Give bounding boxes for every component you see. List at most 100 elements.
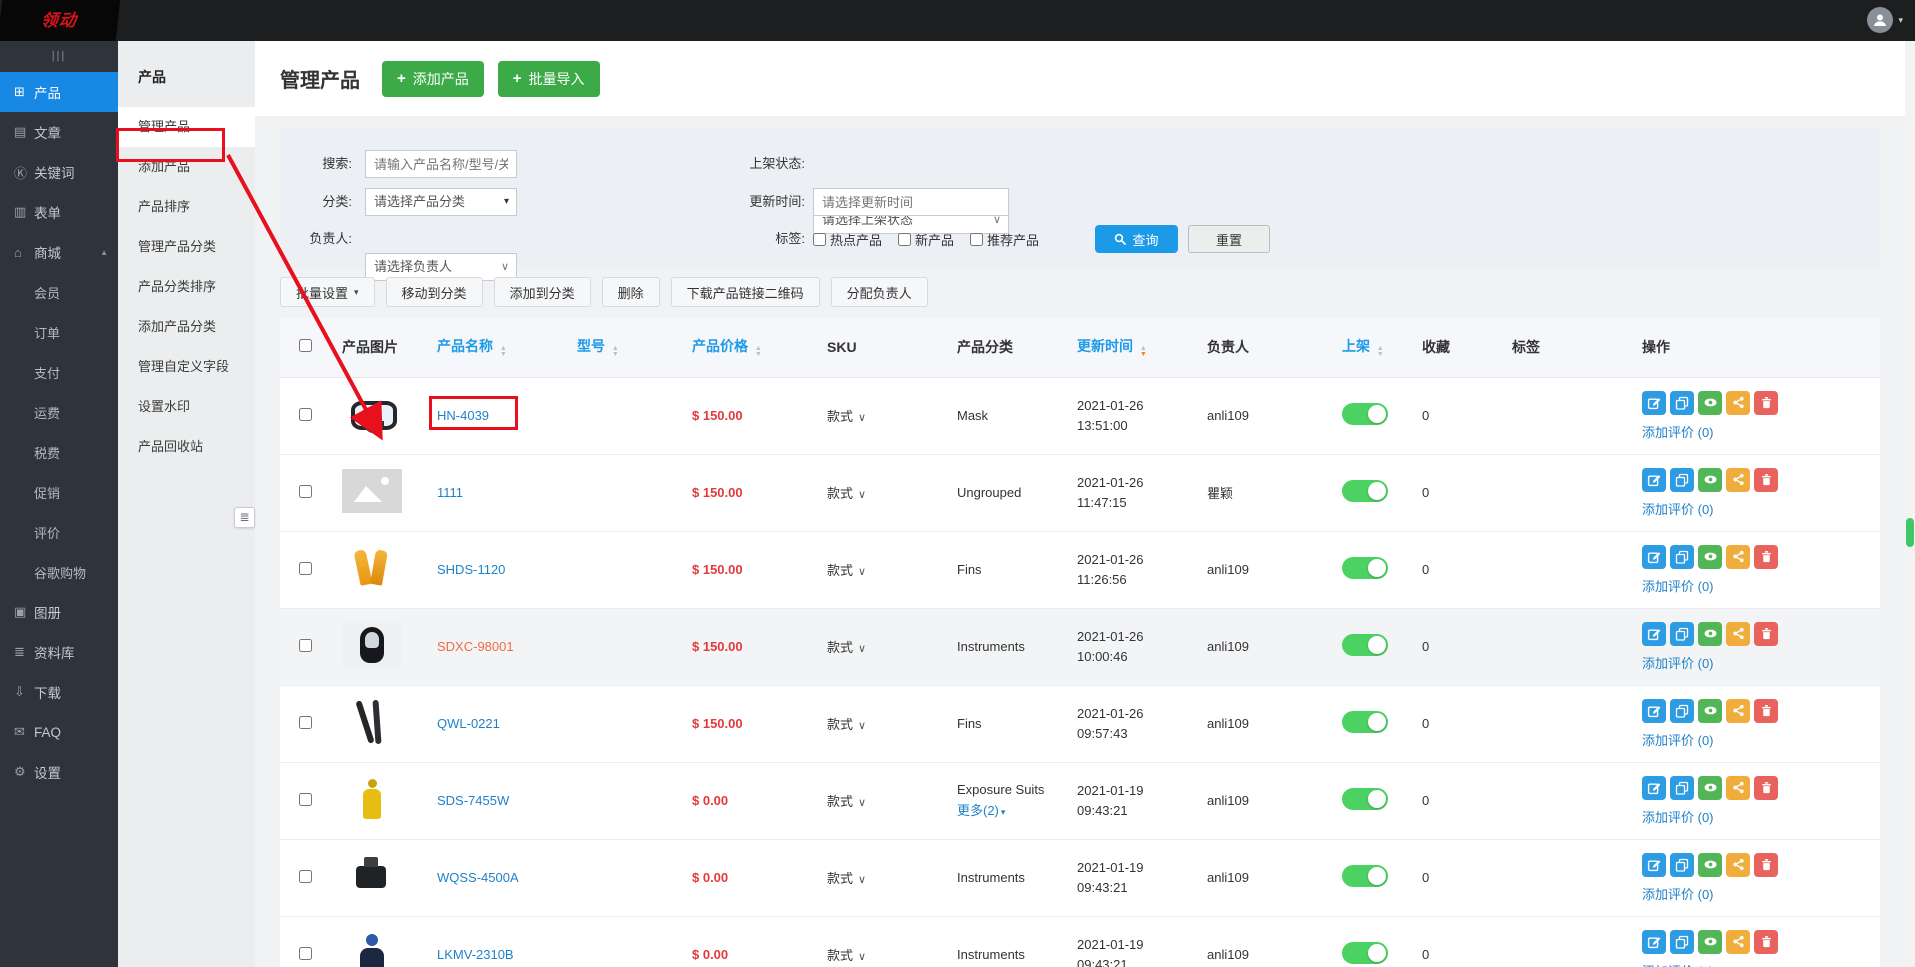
copy-button[interactable] <box>1670 853 1694 877</box>
copy-button[interactable] <box>1670 776 1694 800</box>
sku-dropdown[interactable]: 款式∨ <box>827 563 866 578</box>
add-review-link[interactable]: 添加评价 (0) <box>1642 576 1714 595</box>
row-checkbox[interactable] <box>299 408 312 421</box>
toolbar-button[interactable]: 移动到分类 <box>386 277 483 307</box>
sidebar-item[interactable]: ≣ 资料库 <box>0 632 118 672</box>
delete-button[interactable] <box>1754 622 1778 646</box>
delete-button[interactable] <box>1754 699 1778 723</box>
share-button[interactable] <box>1726 699 1750 723</box>
publish-toggle[interactable] <box>1342 634 1388 656</box>
row-checkbox[interactable] <box>299 485 312 498</box>
query-button[interactable]: 查询 <box>1095 225 1178 253</box>
add-review-link[interactable]: 添加评价 (0) <box>1642 422 1714 441</box>
sidebar-item[interactable]: ⚙ 设置 <box>0 752 118 792</box>
sidebar-item[interactable]: ✉ FAQ <box>0 712 118 752</box>
column-header[interactable]: 产品名称 ▲ ▼ <box>425 318 565 377</box>
submenu-item[interactable]: 管理产品 <box>118 107 255 147</box>
edit-button[interactable] <box>1642 853 1666 877</box>
preview-button[interactable] <box>1698 391 1722 415</box>
sidebar-item[interactable]: ▤ 文章 <box>0 112 118 152</box>
add-review-link[interactable]: 添加评价 (0) <box>1642 884 1714 903</box>
preview-button[interactable] <box>1698 545 1722 569</box>
add-review-link[interactable]: 添加评价 (0) <box>1642 807 1714 826</box>
sidebar-item[interactable]: ⊞ 产品 <box>0 72 118 112</box>
add-review-link[interactable]: 添加评价 (0) <box>1642 730 1714 749</box>
submenu-item[interactable]: 设置水印 <box>118 387 255 427</box>
product-name-link[interactable]: SDXC-98001 <box>437 639 514 654</box>
select-all-checkbox[interactable] <box>299 339 312 352</box>
column-header[interactable]: 更新时间 ▲ ▼ <box>1065 318 1195 377</box>
sidebar-item[interactable]: 促销 <box>0 472 118 512</box>
sidebar-item[interactable]: 订单 <box>0 312 118 352</box>
edit-button[interactable] <box>1642 468 1666 492</box>
share-button[interactable] <box>1726 853 1750 877</box>
submenu-item[interactable]: 产品排序 <box>118 187 255 227</box>
delete-button[interactable] <box>1754 468 1778 492</box>
batch-import-button[interactable]: + 批量导入 <box>498 61 600 97</box>
sidebar-item[interactable]: 谷歌购物 <box>0 552 118 592</box>
submenu-item[interactable]: 添加产品分类 <box>118 307 255 347</box>
edit-button[interactable] <box>1642 622 1666 646</box>
submenu-item[interactable]: 产品回收站 <box>118 427 255 467</box>
share-button[interactable] <box>1726 930 1750 954</box>
sku-dropdown[interactable]: 款式∨ <box>827 717 866 732</box>
submenu-item[interactable]: 管理产品分类 <box>118 227 255 267</box>
sku-dropdown[interactable]: 款式∨ <box>827 871 866 886</box>
preview-button[interactable] <box>1698 930 1722 954</box>
sku-dropdown[interactable]: 款式∨ <box>827 486 866 501</box>
sidebar-item[interactable]: ▥ 表单 <box>0 192 118 232</box>
publish-toggle[interactable] <box>1342 711 1388 733</box>
add-review-link[interactable]: 添加评价 (0) <box>1642 499 1714 518</box>
copy-button[interactable] <box>1670 930 1694 954</box>
delete-button[interactable] <box>1754 930 1778 954</box>
category-select[interactable]: 请选择产品分类 ▾ <box>365 188 517 216</box>
sidebar-item[interactable]: 评价 <box>0 512 118 552</box>
publish-toggle[interactable] <box>1342 557 1388 579</box>
panel-toggle-button[interactable]: ≣ <box>234 507 255 528</box>
share-button[interactable] <box>1726 776 1750 800</box>
column-header[interactable]: 型号 ▲ ▼ <box>565 318 680 377</box>
toolbar-button[interactable]: 删除 <box>602 277 660 307</box>
product-name-link[interactable]: 1111 <box>437 485 463 500</box>
sidebar-item[interactable]: ⌂ 商城 ▲ <box>0 232 118 272</box>
edit-button[interactable] <box>1642 391 1666 415</box>
add-review-link[interactable]: 添加评价 (0) <box>1642 653 1714 672</box>
copy-button[interactable] <box>1670 622 1694 646</box>
product-name-link[interactable]: LKMV-2310B <box>437 947 514 962</box>
preview-button[interactable] <box>1698 853 1722 877</box>
sidebar-collapse-button[interactable]: ||| <box>0 41 118 72</box>
submenu-item[interactable]: 产品分类排序 <box>118 267 255 307</box>
product-name-link[interactable]: HN-4039 <box>437 408 489 423</box>
share-button[interactable] <box>1726 622 1750 646</box>
user-menu[interactable]: ▾ <box>1867 7 1903 33</box>
sidebar-item[interactable]: 运费 <box>0 392 118 432</box>
sidebar-item[interactable]: ▣ 图册 <box>0 592 118 632</box>
row-checkbox[interactable] <box>299 716 312 729</box>
publish-toggle[interactable] <box>1342 480 1388 502</box>
copy-button[interactable] <box>1670 391 1694 415</box>
submenu-item[interactable]: 管理自定义字段 <box>118 347 255 387</box>
submenu-item[interactable]: 添加产品 <box>118 147 255 187</box>
delete-button[interactable] <box>1754 391 1778 415</box>
sku-dropdown[interactable]: 款式∨ <box>827 640 866 655</box>
preview-button[interactable] <box>1698 468 1722 492</box>
delete-button[interactable] <box>1754 545 1778 569</box>
toolbar-button[interactable]: 批量设置 ▾ <box>280 277 375 307</box>
sku-dropdown[interactable]: 款式∨ <box>827 948 866 963</box>
column-header[interactable]: 上架 ▲ ▼ <box>1330 318 1410 377</box>
edit-button[interactable] <box>1642 545 1666 569</box>
sidebar-item[interactable]: 会员 <box>0 272 118 312</box>
copy-button[interactable] <box>1670 699 1694 723</box>
edit-button[interactable] <box>1642 776 1666 800</box>
more-categories-link[interactable]: 更多(2)▾ <box>957 800 1005 819</box>
publish-toggle[interactable] <box>1342 942 1388 964</box>
product-name-link[interactable]: WQSS-4500A <box>437 870 519 885</box>
edit-button[interactable] <box>1642 699 1666 723</box>
share-button[interactable] <box>1726 545 1750 569</box>
toolbar-button[interactable]: 下载产品链接二维码 <box>671 277 820 307</box>
delete-button[interactable] <box>1754 776 1778 800</box>
add-review-link[interactable]: 添加评价 (0) <box>1642 961 1714 967</box>
preview-button[interactable] <box>1698 699 1722 723</box>
publish-toggle[interactable] <box>1342 788 1388 810</box>
tag-checkbox-option[interactable]: 推荐产品 <box>970 230 1039 249</box>
